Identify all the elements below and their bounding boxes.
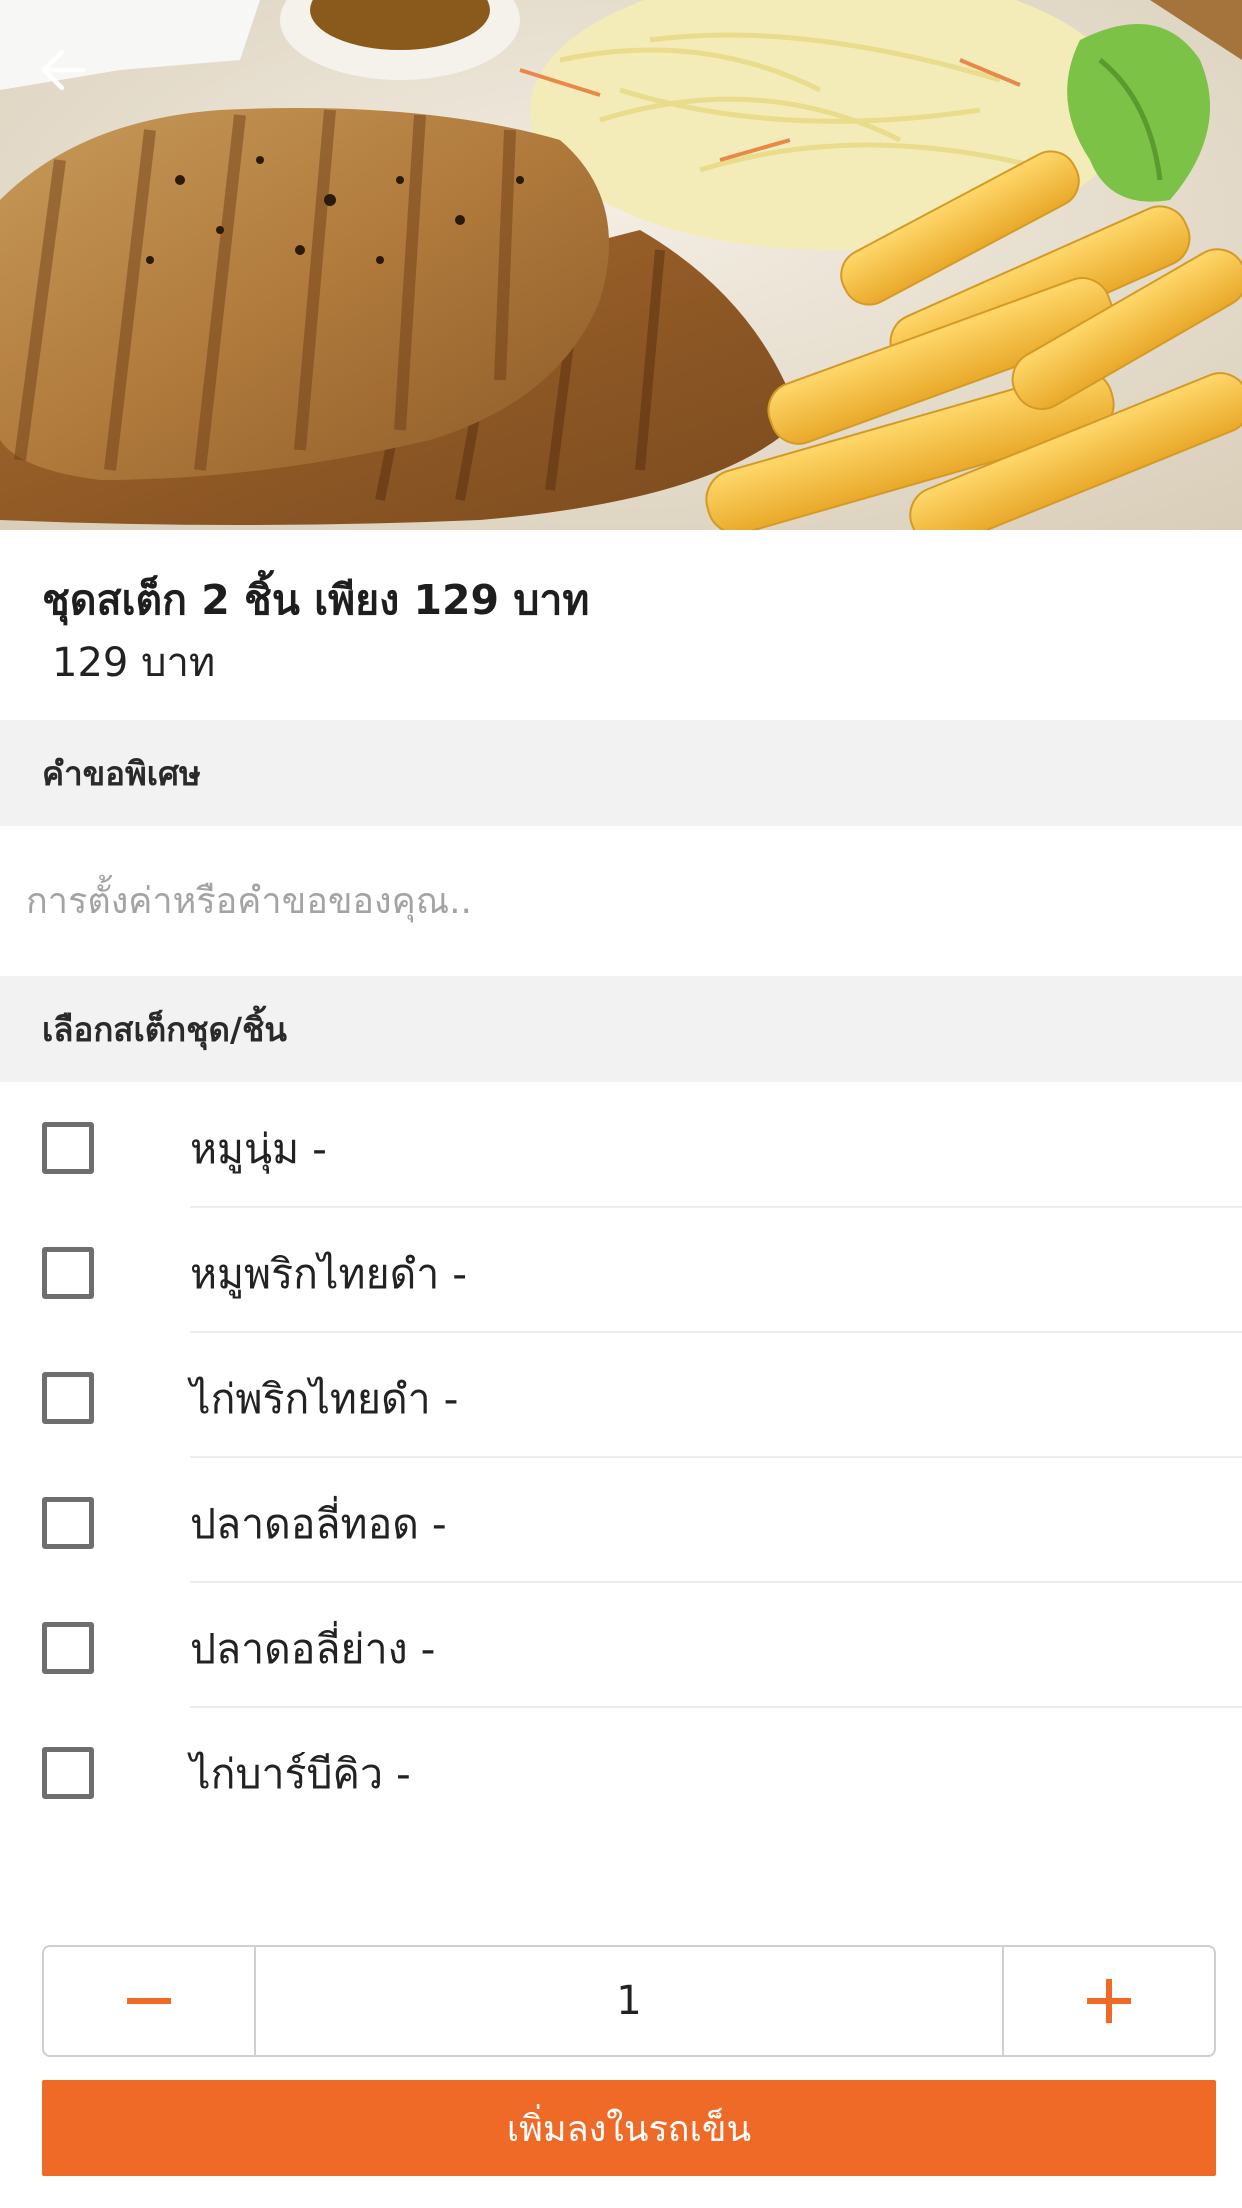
option-checkbox[interactable] (42, 1747, 94, 1799)
product-title: ชุดสเต็ก 2 ชิ้น เพียง 129 บาท (42, 576, 590, 624)
options-title: เลือกสเต็กชุด/ชิ้น (42, 1009, 287, 1049)
option-label: ปลาดอลี่ย่าง - (190, 1625, 436, 1673)
options-header: เลือกสเต็กชุด/ชิ้น (0, 976, 1242, 1082)
special-request-title: คำขอพิเศษ (42, 753, 201, 793)
food-photo (0, 0, 1242, 530)
option-checkbox[interactable] (42, 1372, 94, 1424)
increase-quantity-button[interactable] (1002, 1947, 1214, 2055)
option-label: ไก่พริกไทยดำ - (190, 1375, 459, 1423)
option-checkbox[interactable] (42, 1122, 94, 1174)
option-checkbox[interactable] (42, 1247, 94, 1299)
option-label: หมูนุ่ม - (190, 1125, 327, 1173)
decrease-quantity-button[interactable] (44, 1947, 256, 2055)
hero-food-image (0, 0, 1242, 530)
quantity-stepper: 1 (42, 1945, 1216, 2057)
option-checkbox[interactable] (42, 1497, 94, 1549)
option-label: ปลาดอลี่ทอด - (190, 1500, 447, 1548)
minus-icon (127, 1998, 171, 2004)
option-item[interactable]: หมูนุ่ม - (0, 1083, 1242, 1208)
option-item[interactable]: ไก่พริกไทยดำ - (0, 1333, 1242, 1458)
option-item[interactable]: หมูพริกไทยดำ - (0, 1208, 1242, 1333)
product-info: ชุดสเต็ก 2 ชิ้น เพียง 129 บาท 129 บาท (0, 530, 1242, 720)
arrow-left-icon (41, 49, 87, 91)
product-price: 129 บาท (52, 640, 216, 686)
back-button[interactable] (34, 40, 94, 100)
special-request-header: คำขอพิเศษ (0, 720, 1242, 826)
add-to-cart-button[interactable]: เพิ่มลงในรถเข็น (42, 2080, 1216, 2176)
special-request-input[interactable] (0, 826, 1242, 976)
plus-icon (1087, 1979, 1131, 2023)
option-checkbox[interactable] (42, 1622, 94, 1674)
option-item[interactable]: ปลาดอลี่ย่าง - (0, 1583, 1242, 1708)
quantity-value: 1 (616, 1978, 642, 2024)
options-list: หมูนุ่ม - หมูพริกไทยดำ - ไก่พริกไทยดำ - … (0, 1083, 1242, 1833)
option-item[interactable]: ปลาดอลี่ทอด - (0, 1458, 1242, 1583)
option-item[interactable]: ไก่บาร์บีคิว - (0, 1708, 1242, 1833)
option-label: หมูพริกไทยดำ - (190, 1250, 468, 1298)
option-label: ไก่บาร์บีคิว - (190, 1750, 411, 1798)
